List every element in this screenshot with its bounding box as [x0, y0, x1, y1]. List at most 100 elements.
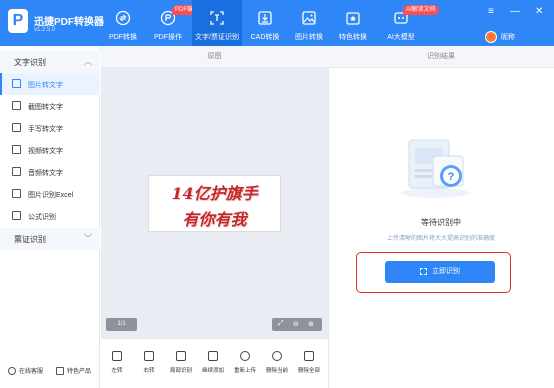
tool-label: 重新上传 [233, 368, 256, 374]
image-icon [12, 79, 21, 88]
zoom-out-icon[interactable]: ⊖ [293, 320, 299, 328]
app-name: 迅捷PDF转换器 [34, 17, 104, 28]
delete-all-button[interactable]: 删除全部 [296, 351, 322, 374]
delete-current-icon [272, 351, 282, 361]
featured-products-label: 特色产品 [67, 369, 92, 375]
online-service-link[interactable]: 在线客服 [8, 366, 44, 376]
rotate-right-icon [144, 351, 154, 361]
nav-label: AI大模型 [387, 34, 415, 41]
nav-label: 文字/票证识别 [195, 34, 239, 41]
image-text-line1: 14亿护旗手 [171, 184, 258, 203]
status-title: 等待识别中 [421, 218, 461, 227]
nav-label: PDF操作 [154, 34, 182, 41]
online-service-label: 在线客服 [19, 369, 44, 375]
add-more-button[interactable]: 继续添加 [200, 351, 226, 374]
tool-label: 删除当前 [265, 368, 288, 374]
headset-icon [8, 367, 16, 376]
nav-label: CAD转换 [250, 34, 280, 41]
nav-cad-convert[interactable]: CAD转换 [246, 0, 284, 46]
result-panel [328, 68, 554, 388]
recognize-button-label: 立即识别 [432, 268, 460, 275]
recognize-now-button[interactable]: 立即识别 [385, 261, 495, 283]
pdf-convert-icon [115, 10, 131, 26]
zoom-in-icon[interactable]: ⊕ [308, 320, 314, 328]
tool-label: 继续添加 [201, 368, 224, 374]
sidebar-item-label: 图片识别Excel [28, 192, 74, 199]
rotate-right-button[interactable]: 右转 [136, 351, 162, 374]
sidebar-item-handwriting-to-text[interactable]: 手写转文字 [0, 117, 100, 139]
fit-screen-icon[interactable]: ⤢ [278, 320, 284, 328]
delete-all-icon [304, 351, 314, 361]
chevron-up-icon: ︿ [84, 57, 92, 66]
ocr-icon [210, 11, 224, 25]
chevron-down-icon: ﹀ [84, 234, 92, 243]
rotate-left-icon [112, 351, 122, 361]
sidebar-item-image-to-text[interactable]: 图片转文字 [0, 73, 100, 95]
tool-label: 局部识别 [169, 368, 192, 374]
menu-icon[interactable]: ≡ [488, 6, 494, 17]
nav-pdf-convert[interactable]: PDF转换 [104, 0, 142, 46]
avatar[interactable] [485, 31, 497, 43]
sidebar-item-label: 截图转文字 [28, 104, 63, 111]
sidebar-item-audio-to-text[interactable]: 音频转文字 [0, 161, 100, 183]
sidebar-item-label: 手写转文字 [28, 126, 63, 133]
sidebar-item-label: 视频转文字 [28, 148, 63, 155]
sidebar-group-text-recognition[interactable]: 文字识别 ︿ [0, 51, 100, 73]
featured-products-link[interactable]: 特色产品 [56, 366, 92, 376]
title-bar: P 迅捷PDF转换器 v1.2.5.0 PDF转换 PDF操作 PDF编辑 文字… [0, 0, 554, 46]
rotate-left-button[interactable]: 左转 [104, 351, 130, 374]
page-indicator: 1/1 [106, 318, 137, 331]
ai-doc-badge: AI解读文档 [403, 5, 439, 15]
pen-icon [12, 123, 21, 132]
sidebar-item-video-to-text[interactable]: 视频转文字 [0, 139, 100, 161]
sidebar-item-screenshot-to-text[interactable]: 截图转文字 [0, 95, 100, 117]
user-name[interactable]: 昵称 [501, 32, 515, 42]
nav-image-convert[interactable]: 图片转换 [290, 0, 328, 46]
minimize-icon[interactable]: — [510, 6, 520, 17]
app-version: v1.2.5.0 [34, 27, 56, 33]
image-text-line2: 有你有我 [182, 210, 247, 229]
screenshot-icon [12, 101, 21, 110]
nav-label: 特色转换 [339, 34, 367, 41]
product-icon [56, 367, 64, 376]
zoom-controls: ⤢ ⊖ ⊕ [272, 318, 322, 331]
add-icon [208, 351, 218, 361]
image-convert-icon [302, 11, 316, 25]
app-logo: P [8, 9, 28, 33]
formula-icon [12, 211, 21, 220]
tool-label: 右转 [143, 368, 155, 374]
nav-ocr[interactable]: 文字/票证识别 [192, 0, 242, 46]
status-hint: 上传清晰的图片将大大提高识别的准确度 [386, 236, 495, 242]
svg-text:?: ? [448, 171, 455, 183]
tool-label: 左转 [111, 368, 123, 374]
tool-label: 删除全部 [297, 368, 320, 374]
sidebar-group-label: 票证识别 [14, 235, 46, 244]
sidebar-group-ticket-recognition[interactable]: 票证识别 ﹀ [0, 228, 100, 250]
sidebar-item-formula[interactable]: 公式识别 [0, 205, 100, 227]
cad-icon [258, 11, 272, 25]
sidebar-item-image-to-excel[interactable]: 图片识别Excel [0, 183, 100, 205]
partial-recognize-button[interactable]: 局部识别 [168, 351, 194, 374]
original-image-header: 原图 [101, 46, 328, 68]
partial-recognize-icon [176, 351, 186, 361]
sidebar-item-label: 图片转文字 [28, 82, 63, 89]
waiting-illustration: ? [401, 139, 469, 198]
scan-icon [420, 267, 427, 275]
nav-label: PDF转换 [109, 34, 137, 41]
nav-label: 图片转换 [295, 34, 323, 41]
delete-current-button[interactable]: 删除当前 [264, 351, 290, 374]
nav-special-convert[interactable]: 特色转换 [334, 0, 372, 46]
result-header: 识别结果 [328, 46, 554, 68]
reupload-button[interactable]: 重新上传 [232, 351, 258, 374]
sidebar-item-label: 音频转文字 [28, 170, 63, 177]
special-convert-icon [346, 12, 360, 25]
audio-icon [12, 167, 21, 176]
excel-icon [12, 189, 21, 198]
image-toolbar: 左转 右转 局部识别 继续添加 重新上传 删除当前 删除全部 [101, 338, 328, 388]
sidebar: 文字识别 ︿ 图片转文字 截图转文字 手写转文字 视频转文字 音频转文字 图片识… [0, 46, 100, 388]
video-icon [12, 145, 21, 154]
uploaded-image[interactable]: 14亿护旗手 有你有我 [148, 175, 281, 232]
sidebar-group-label: 文字识别 [14, 58, 46, 67]
reupload-icon [240, 351, 250, 361]
close-icon[interactable]: ✕ [535, 6, 543, 17]
